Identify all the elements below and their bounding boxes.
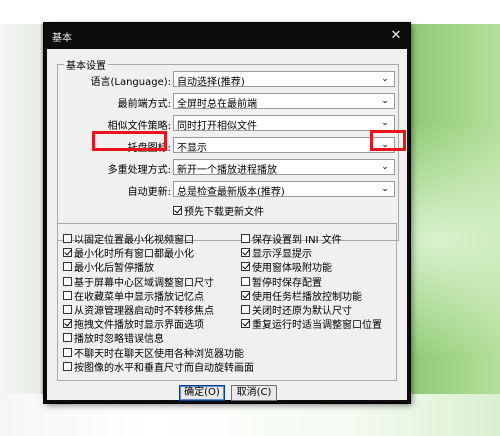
option-checkbox[interactable]: 基于屏幕中心区域调整窗口尺寸 bbox=[63, 274, 214, 289]
language-select[interactable]: 自动选择(推荐) ⌄ bbox=[173, 71, 395, 88]
checkbox-box[interactable] bbox=[241, 248, 250, 258]
dialog-client: 基本设置 语言(Language): 自动选择(推荐) ⌄ 最前端方式: 全屏时… bbox=[47, 49, 407, 401]
multi-select[interactable]: 新开一个播放进程播放 ⌄ bbox=[173, 159, 395, 176]
checkbox-box[interactable] bbox=[63, 319, 72, 329]
option-checkbox[interactable]: 播放时忽略错误信息 bbox=[63, 330, 164, 345]
checkbox-box[interactable] bbox=[241, 290, 250, 300]
option-checkbox[interactable]: 最小化后暂停播放 bbox=[63, 259, 154, 274]
chevron-down-icon[interactable]: ⌄ bbox=[378, 160, 392, 174]
checkbox-box[interactable] bbox=[63, 361, 72, 371]
title-bar[interactable]: 基本 ✕ bbox=[44, 23, 410, 49]
option-checkbox[interactable]: 在收藏菜单中显示播放记忆点 bbox=[63, 288, 204, 303]
chevron-down-icon[interactable]: ⌄ bbox=[378, 182, 392, 196]
checkbox-box[interactable] bbox=[63, 248, 72, 258]
topmost-value: 全屏时总在最前端 bbox=[177, 99, 257, 110]
multi-row: 多重处理方式: bbox=[57, 159, 171, 176]
topmost-label: 最前端方式: bbox=[117, 99, 171, 110]
checkbox-box[interactable] bbox=[63, 262, 72, 272]
option-checkbox[interactable]: 拖拽文件播放时显示界面选项 bbox=[63, 316, 204, 331]
option-checkbox[interactable]: 暂停时保存配置 bbox=[241, 274, 322, 289]
desktop-top-strip bbox=[0, 0, 500, 24]
option-checkbox[interactable]: 关闭时还原为默认尺寸 bbox=[241, 302, 352, 317]
update-row: 自动更新: bbox=[57, 181, 171, 198]
checkbox-box[interactable] bbox=[63, 276, 72, 286]
checkbox-box[interactable] bbox=[241, 234, 250, 243]
tray-value: 不显示 bbox=[177, 143, 207, 154]
chevron-down-icon[interactable]: ⌄ bbox=[378, 116, 392, 130]
language-row: 语言(Language): bbox=[57, 71, 171, 88]
option-label: 按图像的水平和垂直尺寸而自动旋转画面 bbox=[74, 362, 254, 374]
update-value: 总是检查最新版本(推荐) bbox=[177, 187, 285, 198]
option-label: 重复运行时适当调整窗口位置 bbox=[252, 320, 382, 332]
checkbox-box[interactable] bbox=[241, 319, 250, 329]
update-label: 自动更新: bbox=[127, 187, 171, 198]
chevron-down-icon[interactable]: ⌄ bbox=[378, 72, 392, 86]
option-checkbox[interactable]: 显示浮显提示 bbox=[241, 245, 312, 260]
checkbox-box[interactable] bbox=[63, 347, 72, 357]
option-checkbox[interactable]: 最小化时所有窗口都最小化 bbox=[63, 245, 194, 260]
checkbox-box[interactable] bbox=[241, 305, 250, 314]
similar-label: 相似文件策略: bbox=[107, 121, 171, 132]
multi-label: 多重处理方式: bbox=[107, 165, 171, 176]
checkbox-box[interactable] bbox=[241, 276, 250, 286]
language-value: 自动选择(推荐) bbox=[177, 77, 245, 88]
checkbox-box[interactable] bbox=[63, 290, 72, 300]
basic-settings-legend: 基本设置 bbox=[66, 61, 106, 72]
language-label: 语言(Language): bbox=[90, 77, 171, 88]
topmost-row: 最前端方式: bbox=[57, 93, 171, 110]
settings-dialog: 基本 ✕ 基本设置 语言(Language): 自动选择(推荐) ⌄ 最前端方式… bbox=[44, 23, 410, 403]
option-checkbox[interactable]: 从资源管理器启动时不转移焦点 bbox=[63, 302, 214, 317]
checkbox-box[interactable] bbox=[63, 305, 72, 314]
option-checkbox[interactable]: 使用窗体吸附功能 bbox=[241, 259, 332, 274]
checkbox-box[interactable] bbox=[241, 262, 250, 272]
option-checkbox[interactable]: 按图像的水平和垂直尺寸而自动旋转画面 bbox=[63, 359, 254, 374]
checkbox-box[interactable] bbox=[63, 234, 72, 243]
option-checkbox[interactable]: 保存设置到 INI 文件 bbox=[241, 231, 342, 246]
checkbox-box[interactable] bbox=[63, 333, 72, 343]
tray-label-highlight bbox=[92, 131, 167, 151]
update-select[interactable]: 总是检查最新版本(推荐) ⌄ bbox=[173, 181, 395, 198]
option-checkbox[interactable]: 不聊天时在聊天区使用各种浏览器功能 bbox=[63, 345, 244, 360]
similar-row: 相似文件策略: bbox=[57, 115, 171, 132]
checkbox-box[interactable] bbox=[173, 206, 182, 215]
tray-dropdown-highlight bbox=[370, 130, 406, 151]
option-checkbox[interactable]: 重复运行时适当调整窗口位置 bbox=[241, 316, 382, 332]
ok-button[interactable]: 确定(O) bbox=[179, 385, 225, 401]
topmost-select[interactable]: 全屏时总在最前端 ⌄ bbox=[173, 93, 395, 110]
close-icon[interactable]: ✕ bbox=[386, 26, 406, 45]
multi-value: 新开一个播放进程播放 bbox=[177, 165, 277, 176]
option-checkbox[interactable]: 以固定位置最小化视频窗口 bbox=[63, 231, 194, 246]
chevron-down-icon[interactable]: ⌄ bbox=[378, 94, 392, 108]
predownload-checkbox[interactable]: 预先下载更新文件 bbox=[173, 203, 264, 218]
similar-select[interactable]: 同时打开相似文件 ⌄ bbox=[173, 115, 395, 132]
option-checkbox[interactable]: 使用任务栏播放控制功能 bbox=[241, 288, 362, 303]
predownload-label: 预先下载更新文件 bbox=[184, 207, 264, 218]
similar-value: 同时打开相似文件 bbox=[177, 121, 257, 132]
dialog-title: 基本 bbox=[52, 33, 72, 44]
tray-icon-select[interactable]: 不显示 ⌄ bbox=[173, 137, 395, 154]
cancel-button[interactable]: 取消(C) bbox=[231, 385, 277, 401]
